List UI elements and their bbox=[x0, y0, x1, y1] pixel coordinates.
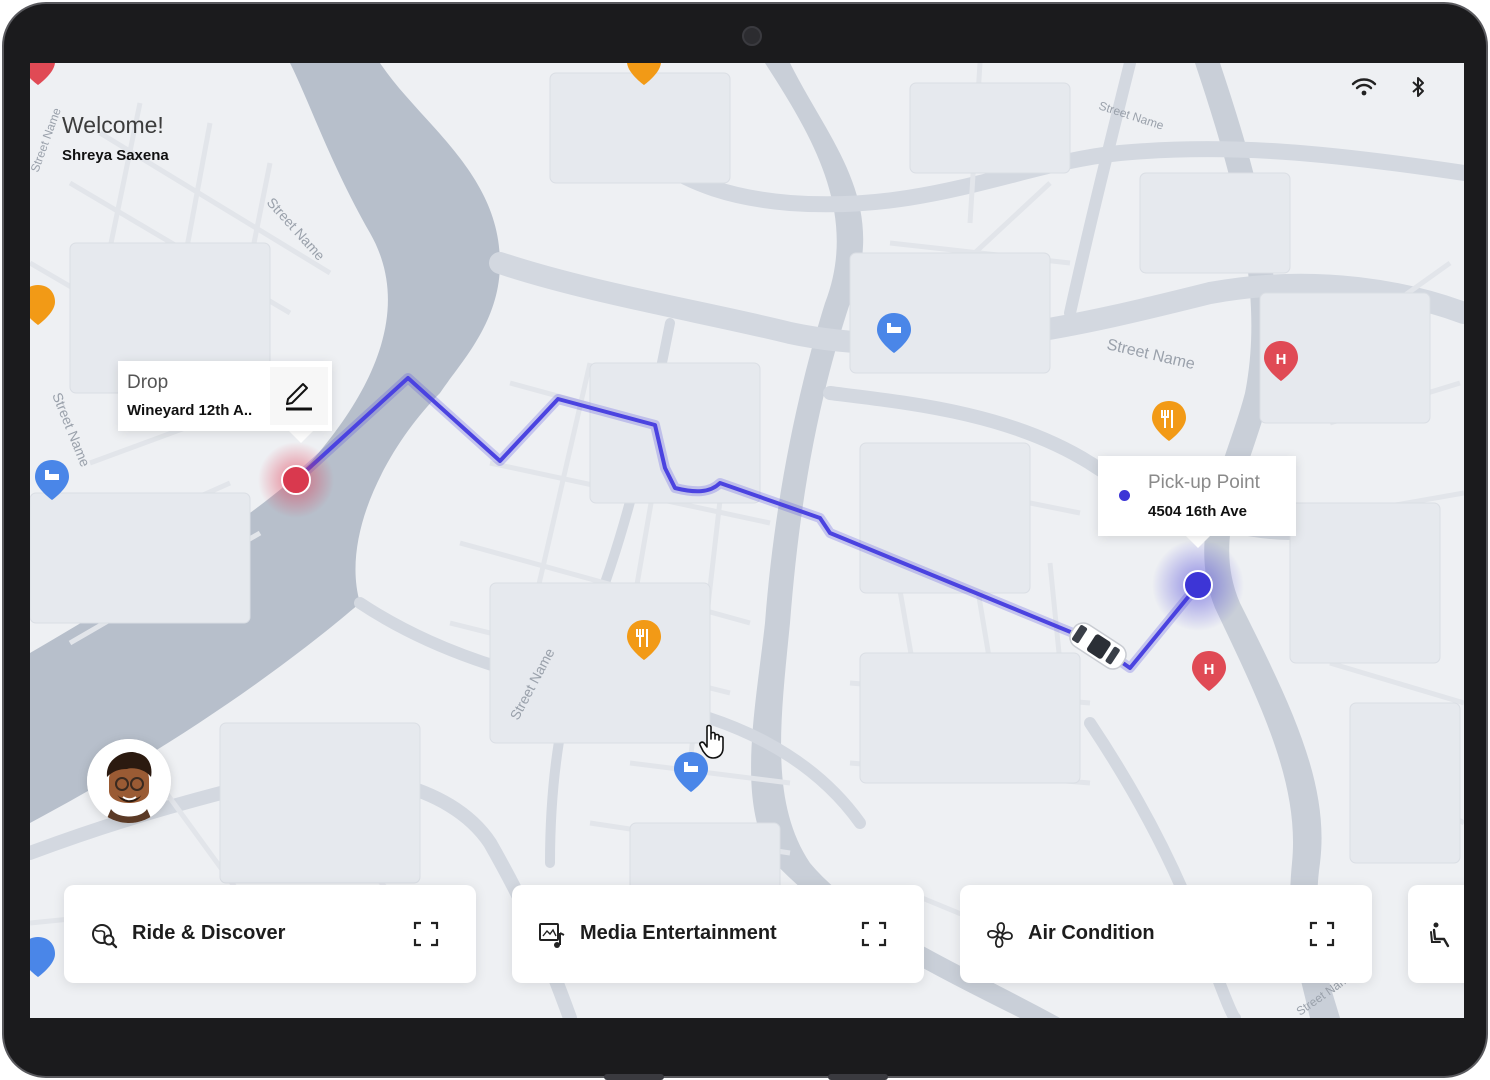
media-music-icon bbox=[539, 923, 565, 948]
pickup-title: Pick-up Point bbox=[1148, 472, 1260, 493]
avatar[interactable] bbox=[87, 739, 171, 823]
wifi-icon bbox=[1351, 78, 1377, 96]
panel-air-condition[interactable]: Air Condition bbox=[960, 885, 1372, 983]
expand-icon[interactable] bbox=[412, 920, 440, 948]
hospital-pin-letter: H bbox=[1204, 661, 1215, 678]
panel-label: Media Entertainment bbox=[580, 922, 777, 944]
camera bbox=[742, 26, 762, 46]
welcome-text: Welcome! bbox=[62, 112, 164, 138]
device-button bbox=[604, 1074, 664, 1080]
panel-ride-discover[interactable]: Ride & Discover bbox=[64, 885, 476, 983]
user-name: Shreya Saxena bbox=[62, 147, 169, 164]
drop-marker[interactable] bbox=[258, 442, 334, 518]
screen: Street Name Street Name Street Name Stre… bbox=[30, 63, 1464, 1018]
map[interactable]: Street Name Street Name Street Name Stre… bbox=[30, 63, 1464, 1018]
panel-seat[interactable] bbox=[1408, 885, 1464, 983]
edit-drop-button[interactable] bbox=[270, 367, 328, 425]
drop-card[interactable]: Drop Wineyard 12th A.. bbox=[118, 361, 332, 431]
hospital-pin-letter: H bbox=[1276, 351, 1287, 368]
pickup-address: 4504 16th Ave bbox=[1148, 503, 1247, 520]
expand-icon[interactable] bbox=[1308, 920, 1336, 948]
device-button bbox=[828, 1074, 888, 1080]
panel-label: Ride & Discover bbox=[132, 922, 286, 944]
panel-media-entertainment[interactable]: Media Entertainment bbox=[512, 885, 924, 983]
seat-icon bbox=[1430, 922, 1450, 948]
bluetooth-icon bbox=[1412, 77, 1424, 97]
expand-icon[interactable] bbox=[860, 920, 888, 948]
drop-address: Wineyard 12th A.. bbox=[127, 402, 253, 419]
fan-icon bbox=[987, 922, 1013, 948]
pickup-marker[interactable] bbox=[1152, 539, 1244, 631]
panel-label: Air Condition bbox=[1028, 922, 1155, 944]
avatar-memoji bbox=[87, 739, 171, 823]
drop-title: Drop bbox=[127, 372, 169, 393]
pickup-dot-icon bbox=[1119, 490, 1130, 501]
pencil-icon bbox=[286, 383, 312, 411]
search-globe-icon bbox=[92, 924, 118, 949]
hand-cursor-icon bbox=[699, 724, 724, 759]
pickup-card[interactable]: Pick-up Point 4504 16th Ave bbox=[1098, 456, 1296, 536]
